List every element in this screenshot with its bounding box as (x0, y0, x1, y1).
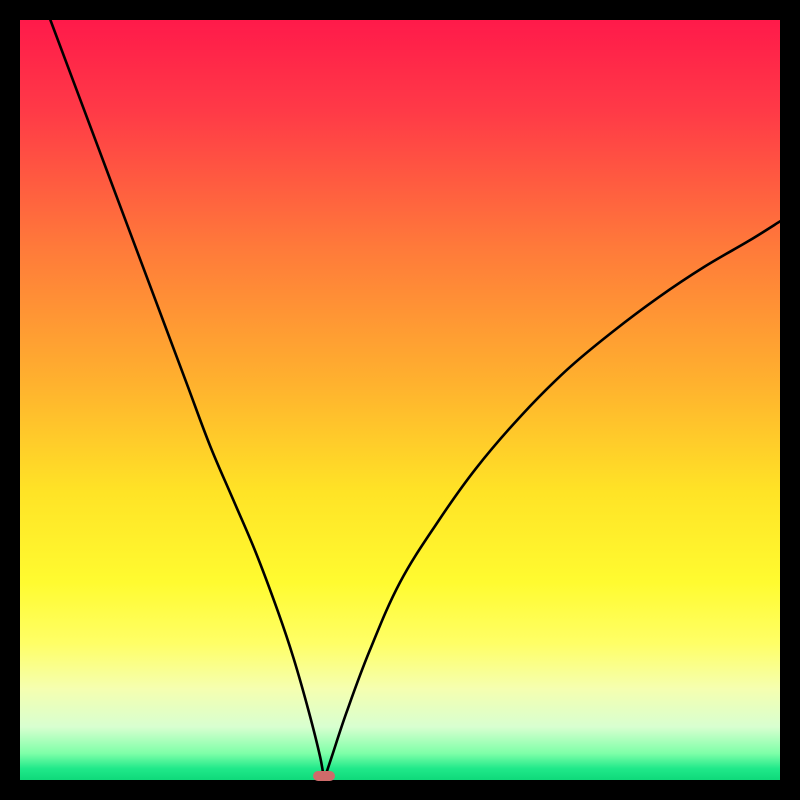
minimum-marker (313, 771, 335, 781)
chart-frame: TheBottleneck.com (20, 20, 780, 780)
curve-right-branch (324, 221, 780, 780)
curve-left-branch (50, 20, 324, 780)
chart-plot-svg (20, 20, 780, 780)
